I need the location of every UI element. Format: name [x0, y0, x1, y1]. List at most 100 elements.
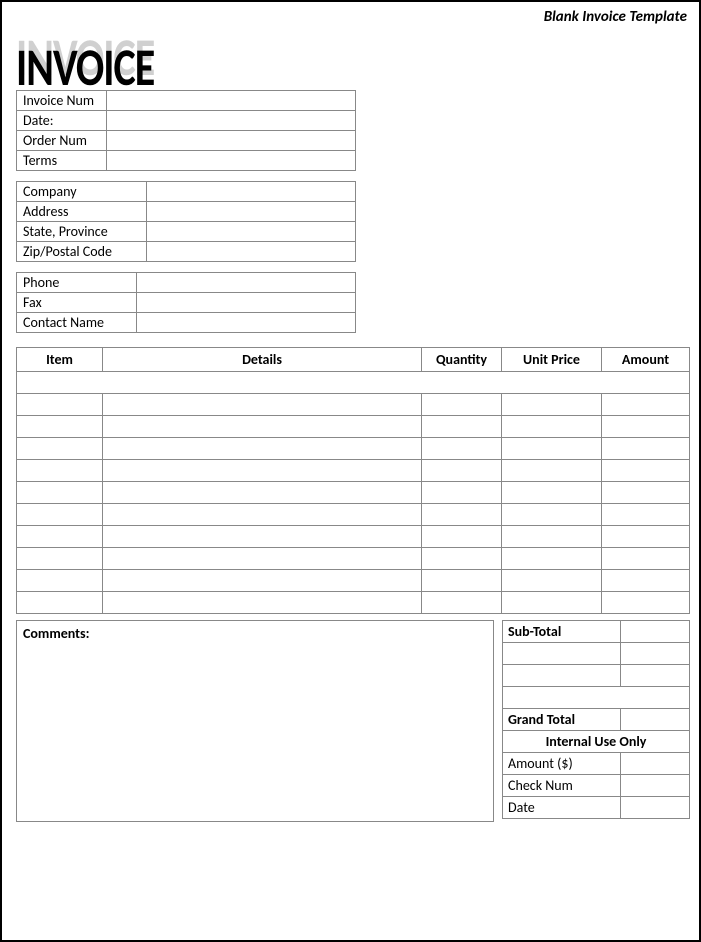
total-extra-value[interactable]: [621, 643, 690, 665]
items-row: [17, 592, 690, 614]
item-cell[interactable]: [17, 526, 103, 548]
items-header: Item: [17, 348, 103, 372]
item-cell[interactable]: [17, 482, 103, 504]
item-cell[interactable]: [502, 482, 602, 504]
item-cell[interactable]: [17, 570, 103, 592]
company-value[interactable]: [147, 182, 356, 202]
contact-table: Phone Fax Contact Name: [16, 272, 356, 333]
subtotal-value[interactable]: [621, 621, 690, 643]
item-cell[interactable]: [602, 570, 690, 592]
item-cell[interactable]: [602, 548, 690, 570]
items-row: [17, 570, 690, 592]
subtotal-label: Sub-Total: [503, 621, 621, 643]
item-cell[interactable]: [502, 460, 602, 482]
item-cell[interactable]: [502, 592, 602, 614]
total-extra-label[interactable]: [503, 643, 621, 665]
item-cell[interactable]: [103, 438, 422, 460]
company-value[interactable]: [147, 222, 356, 242]
item-cell[interactable]: [502, 394, 602, 416]
item-cell[interactable]: [602, 526, 690, 548]
item-cell[interactable]: [602, 438, 690, 460]
item-cell[interactable]: [103, 526, 422, 548]
item-cell[interactable]: [103, 460, 422, 482]
total-extra-value[interactable]: [621, 665, 690, 687]
template-label: Blank Invoice Template: [544, 8, 687, 26]
items-row: [17, 394, 690, 416]
item-cell[interactable]: [422, 416, 502, 438]
grandtotal-label: Grand Total: [503, 709, 621, 731]
item-cell[interactable]: [422, 438, 502, 460]
contact-label: Contact Name: [17, 313, 137, 333]
company-label: Address: [17, 202, 147, 222]
item-cell[interactable]: [602, 592, 690, 614]
contact-value[interactable]: [137, 293, 356, 313]
internal-value[interactable]: [621, 797, 690, 819]
item-cell[interactable]: [103, 394, 422, 416]
item-cell[interactable]: [422, 570, 502, 592]
item-cell[interactable]: [17, 416, 103, 438]
company-table: Company Address State, Province Zip/Post…: [16, 181, 356, 262]
item-cell[interactable]: [602, 416, 690, 438]
item-cell[interactable]: [602, 460, 690, 482]
contact-value[interactable]: [137, 273, 356, 293]
item-cell[interactable]: [103, 570, 422, 592]
item-cell[interactable]: [422, 592, 502, 614]
internal-label: Check Num: [503, 775, 621, 797]
totals-table: Sub-Total Grand Total Internal Use Only …: [502, 620, 690, 819]
items-header: Quantity: [422, 348, 502, 372]
item-cell[interactable]: [17, 460, 103, 482]
item-cell[interactable]: [17, 504, 103, 526]
item-cell[interactable]: [422, 504, 502, 526]
items-header-row: Item Details Quantity Unit Price Amount: [17, 348, 690, 372]
item-cell[interactable]: [422, 394, 502, 416]
item-cell[interactable]: [502, 526, 602, 548]
contact-label: Phone: [17, 273, 137, 293]
item-cell[interactable]: [422, 460, 502, 482]
company-label: Company: [17, 182, 147, 202]
item-cell[interactable]: [422, 548, 502, 570]
item-cell[interactable]: [502, 438, 602, 460]
item-cell[interactable]: [422, 526, 502, 548]
item-cell[interactable]: [17, 438, 103, 460]
internal-label: Date: [503, 797, 621, 819]
item-cell[interactable]: [502, 548, 602, 570]
item-cell[interactable]: [17, 394, 103, 416]
item-cell[interactable]: [17, 548, 103, 570]
item-cell[interactable]: [502, 570, 602, 592]
item-cell[interactable]: [502, 504, 602, 526]
item-cell[interactable]: [17, 592, 103, 614]
item-cell[interactable]: [502, 416, 602, 438]
items-row: [17, 416, 690, 438]
item-cell[interactable]: [103, 548, 422, 570]
total-extra-label[interactable]: [503, 665, 621, 687]
item-cell[interactable]: [602, 394, 690, 416]
internal-use-header: Internal Use Only: [503, 731, 690, 753]
internal-value[interactable]: [621, 753, 690, 775]
item-cell[interactable]: [103, 592, 422, 614]
title-main: INVOICE: [16, 36, 154, 100]
company-value[interactable]: [147, 242, 356, 262]
items-row: [17, 504, 690, 526]
items-row: [17, 482, 690, 504]
items-header: Details: [103, 348, 422, 372]
item-cell[interactable]: [103, 416, 422, 438]
internal-value[interactable]: [621, 775, 690, 797]
items-row: [17, 526, 690, 548]
item-cell[interactable]: [103, 504, 422, 526]
grandtotal-value[interactable]: [621, 709, 690, 731]
contact-value[interactable]: [137, 313, 356, 333]
item-cell[interactable]: [602, 482, 690, 504]
item-cell[interactable]: [422, 482, 502, 504]
company-value[interactable]: [147, 202, 356, 222]
items-table: Item Details Quantity Unit Price Amount: [16, 347, 690, 614]
info-label: Terms: [17, 151, 107, 171]
item-cell[interactable]: [103, 482, 422, 504]
info-value[interactable]: [107, 151, 356, 171]
invoice-info-table: Invoice Num Date: Order Num Terms: [16, 90, 356, 171]
info-value[interactable]: [107, 131, 356, 151]
comments-box[interactable]: Comments:: [16, 620, 494, 822]
company-label: State, Province: [17, 222, 147, 242]
item-cell[interactable]: [602, 504, 690, 526]
info-value[interactable]: [107, 111, 356, 131]
items-row: [17, 438, 690, 460]
